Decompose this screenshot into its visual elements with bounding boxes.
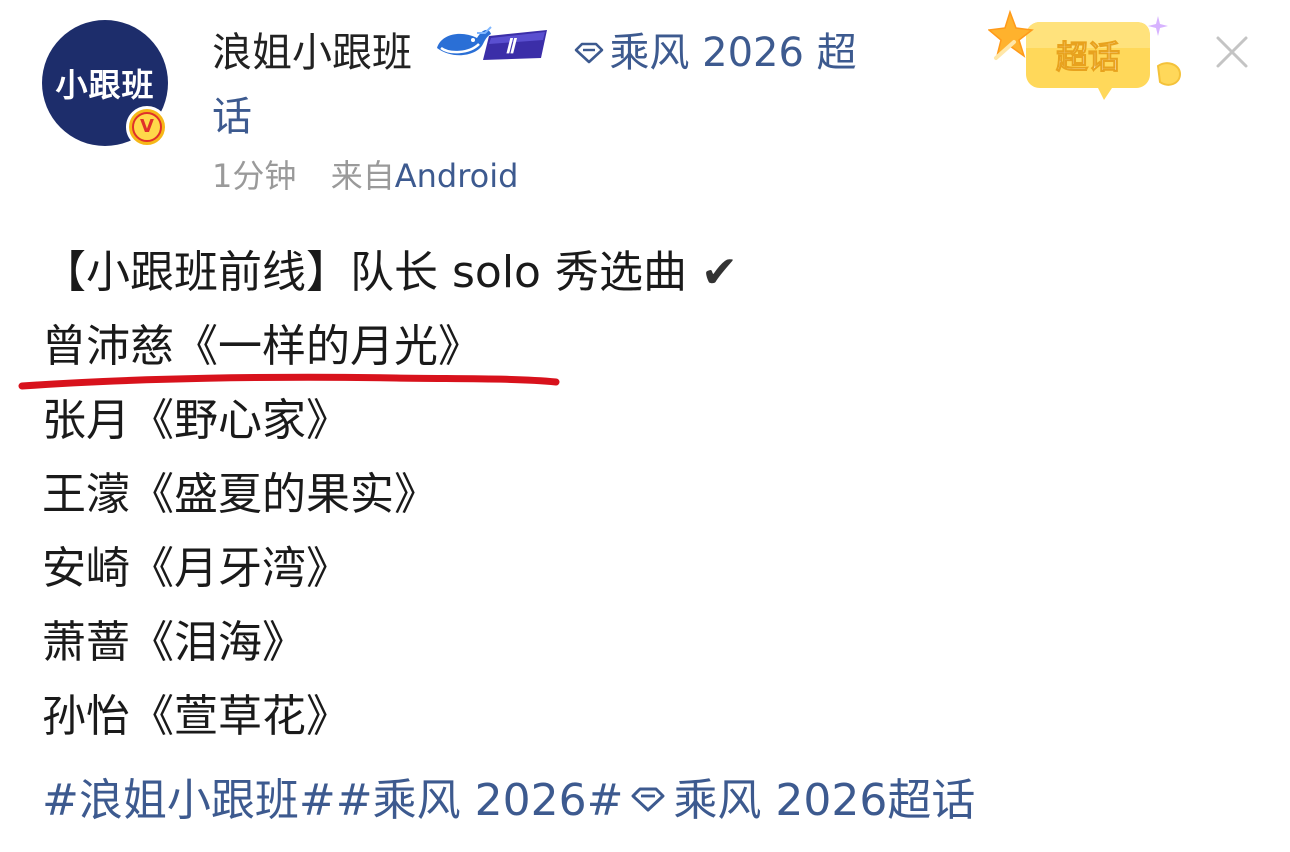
hashtag-links[interactable]: #浪姐小跟班##乘风 2026# [42, 775, 623, 826]
post-header: 浪姐小跟班 Ⅱ 乘风 2026 超 话 [212, 22, 992, 146]
song-line: 王濛《盛夏的果实》 [42, 469, 438, 520]
post-body: 【小跟班前线】队长 solo 秀选曲 ✔ 曾沛慈《一样的月光》 张月《野心家》 … [42, 236, 738, 754]
topic-link-line2[interactable]: 话 [212, 94, 252, 140]
post-meta: 1分钟 来自Android [212, 154, 518, 198]
source-link[interactable]: Android [395, 157, 519, 195]
red-underline-annotation [16, 366, 564, 402]
close-icon[interactable] [1210, 30, 1254, 74]
username[interactable]: 浪姐小跟班 [212, 30, 412, 76]
hashtags[interactable]: #浪姐小跟班##乘风 2026# 乘风 2026超话 [42, 766, 975, 840]
topic-link-line1[interactable]: 乘风 2026 超 [609, 30, 856, 76]
post-intro-text: 【小跟班前线】队长 solo 秀选曲 [42, 247, 687, 298]
chaohua-badge[interactable]: 超话 [987, 8, 1188, 106]
verified-mark: V [132, 112, 162, 142]
source-prefix: 来自 [330, 157, 395, 195]
song-line: 孙怡《萱草花》 [42, 691, 350, 742]
song-line: 萧蔷《泪海》 [42, 617, 306, 668]
diamond-icon [629, 766, 667, 830]
diamond-icon [573, 22, 605, 80]
whale-level-badge-icon[interactable]: Ⅱ [433, 22, 551, 80]
verified-badge-icon: V [126, 106, 168, 148]
chaohua-badge-label: 超话 [1056, 38, 1120, 76]
topic-hashtag-link[interactable]: 乘风 2026超话 [673, 775, 975, 826]
check-icon: ✔ [700, 247, 738, 298]
post-time: 1分钟 [212, 157, 297, 195]
post-intro: 【小跟班前线】队长 solo 秀选曲 ✔ [42, 236, 738, 310]
song-line: 安崎《月牙湾》 [42, 543, 350, 594]
avatar-text: 小跟班 [55, 66, 155, 104]
